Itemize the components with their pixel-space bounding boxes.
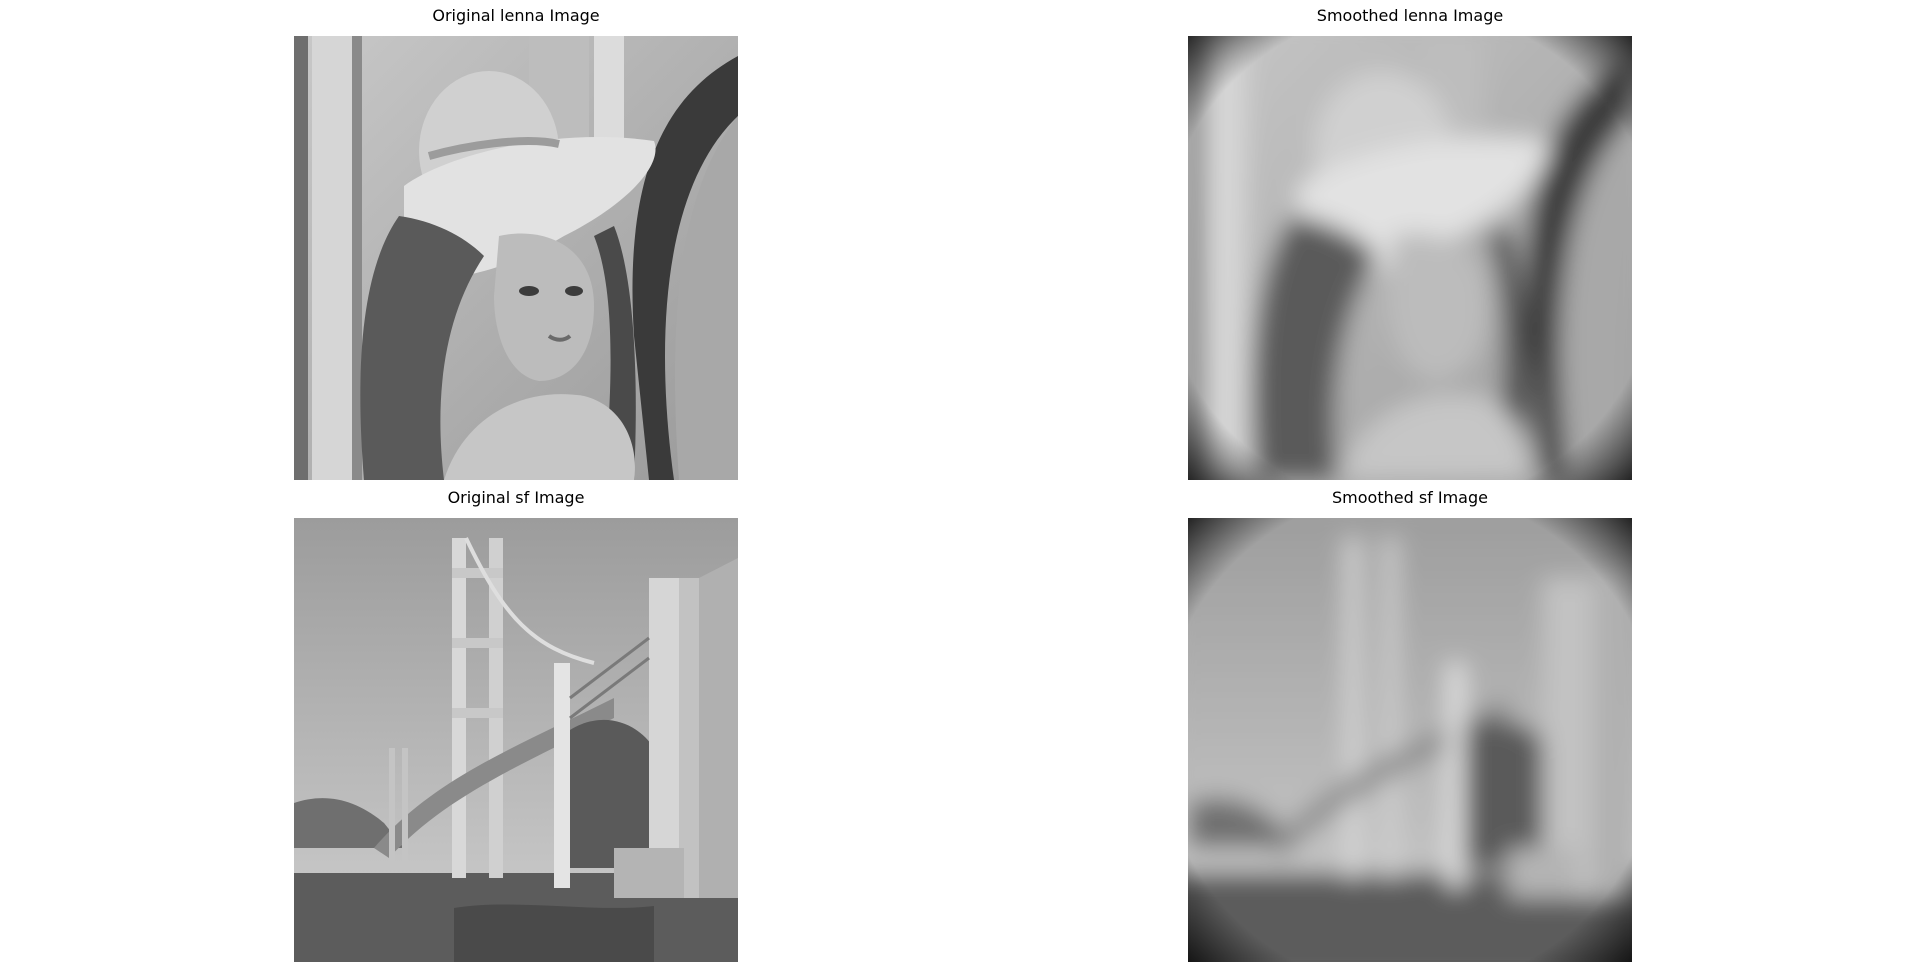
lenna-smoothed-picture [1188, 36, 1632, 480]
lenna-original-picture [294, 36, 738, 480]
panel-title: Smoothed sf Image [1332, 488, 1488, 507]
sf-smoothed-image [1188, 518, 1632, 962]
sf-smoothed-picture [1188, 518, 1632, 962]
panel-title: Original sf Image [447, 488, 585, 507]
panel-original-lenna: Original lenna Image [294, 6, 738, 480]
panel-smoothed-sf: Smoothed sf Image [1188, 488, 1632, 962]
lenna-original-image [294, 36, 738, 480]
sf-original-picture [294, 518, 738, 962]
lenna-smoothed-image [1188, 36, 1632, 480]
panel-title: Original lenna Image [432, 6, 600, 25]
panel-smoothed-lenna: Smoothed lenna Image [1188, 6, 1632, 480]
panel-title: Smoothed lenna Image [1316, 6, 1504, 25]
sf-original-image [294, 518, 738, 962]
panel-original-sf: Original sf Image [294, 488, 738, 962]
figure: Original lenna Image Smoothed lenna Imag… [0, 0, 1920, 975]
